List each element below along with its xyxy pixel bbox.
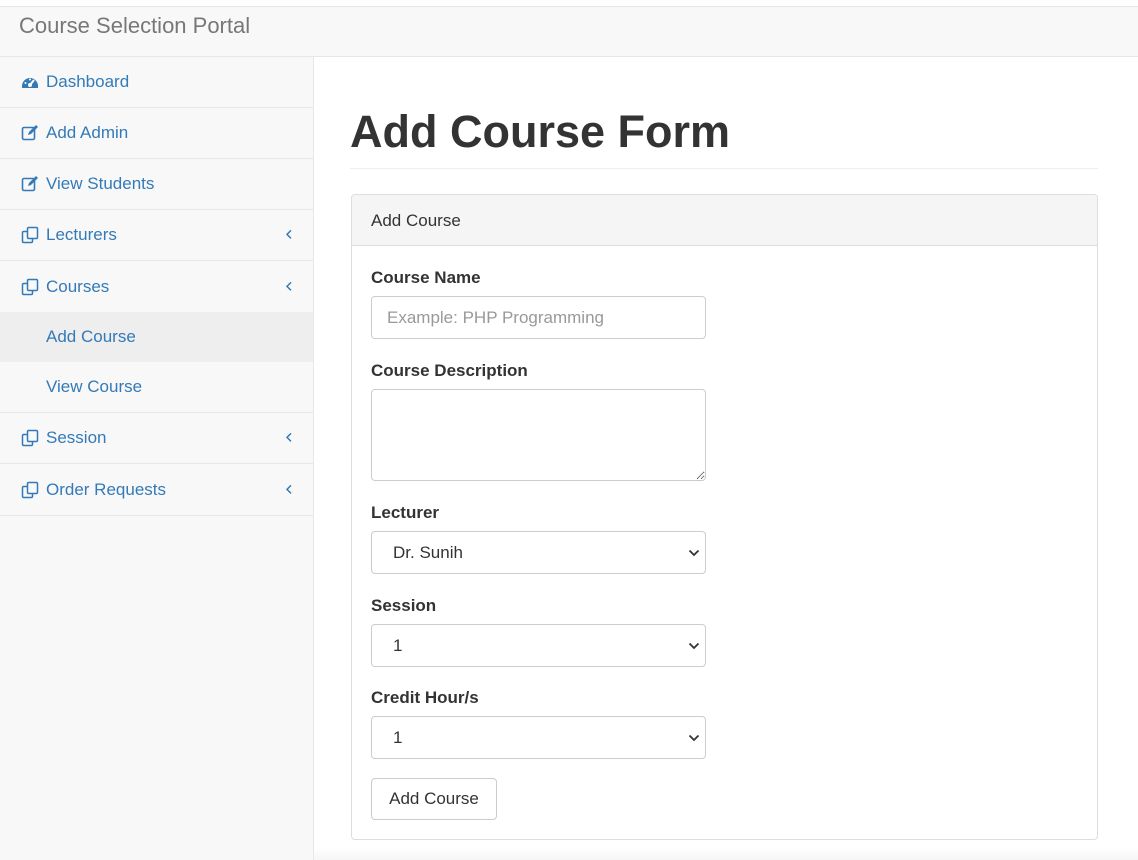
page-title: Add Course Form xyxy=(350,106,731,157)
edit-icon xyxy=(21,176,38,192)
sidebar-item-label: View Students xyxy=(46,174,155,193)
session-selected-value: 1 xyxy=(393,635,403,655)
lecturer-label: Lecturer xyxy=(371,503,440,522)
sidebar-subitem-add-course[interactable]: Add Course xyxy=(0,312,313,362)
sidebar-item-view-students[interactable]: View Students xyxy=(0,159,313,210)
panel-heading-text: Add Course xyxy=(371,211,461,230)
title-divider xyxy=(350,168,1098,169)
course-name-label: Course Name xyxy=(371,268,481,287)
bottom-shadow xyxy=(314,848,1138,860)
sidebar-item-dashboard[interactable]: Dashboard xyxy=(0,57,313,108)
sidebar-subitem-label: Add Course xyxy=(46,327,136,346)
course-name-input[interactable] xyxy=(371,296,706,339)
add-course-button[interactable]: Add Course xyxy=(371,778,497,820)
sidebar-item-label: Session xyxy=(46,428,107,447)
sidebar-item-courses[interactable]: Courses xyxy=(0,261,313,312)
sidebar-item-order-requests[interactable]: Order Requests xyxy=(0,464,313,516)
add-course-button-label: Add Course xyxy=(389,789,479,808)
chevron-left-icon xyxy=(285,229,292,239)
credit-hours-select[interactable]: 1 xyxy=(371,716,706,759)
credit-hours-selected-value: 1 xyxy=(393,727,403,747)
sidebar-subitem-label: View Course xyxy=(46,377,143,396)
brand-title[interactable]: Course Selection Portal xyxy=(19,13,250,39)
sidebar-item-add-admin[interactable]: Add Admin xyxy=(0,108,313,159)
lecturer-select[interactable]: Dr. Sunih xyxy=(371,531,706,574)
chevron-left-icon xyxy=(285,484,292,494)
course-description-label: Course Description xyxy=(371,361,528,380)
chevron-down-icon xyxy=(688,549,700,556)
lecturer-selected-value: Dr. Sunih xyxy=(393,542,463,562)
copy-icon xyxy=(21,226,39,244)
dashboard-icon xyxy=(22,78,38,88)
course-description-textarea[interactable] xyxy=(371,389,706,481)
sidebar-item-lecturers[interactable]: Lecturers xyxy=(0,210,313,261)
sidebar-item-session[interactable]: Session xyxy=(0,413,313,464)
sidebar-item-label: Courses xyxy=(46,276,110,296)
copy-icon xyxy=(21,278,39,295)
session-label: Session xyxy=(371,596,437,615)
sidebar-item-label: Lecturers xyxy=(46,225,117,244)
credit-hours-label: Credit Hour/s xyxy=(371,688,479,707)
edit-icon xyxy=(21,125,38,141)
sidebar-item-label: Add Admin xyxy=(46,123,129,142)
sidebar-item-label: Dashboard xyxy=(46,72,130,91)
panel-heading: Add Course xyxy=(352,195,1097,246)
session-select[interactable]: 1 xyxy=(371,624,706,667)
chevron-down-icon xyxy=(688,642,700,649)
copy-icon xyxy=(21,481,39,498)
copy-icon xyxy=(21,429,39,447)
chevron-down-icon xyxy=(688,734,700,741)
chevron-left-icon xyxy=(285,281,292,291)
sidebar-subitem-view-course[interactable]: View Course xyxy=(0,362,313,413)
sidebar-item-label: Order Requests xyxy=(46,479,166,499)
chevron-left-icon xyxy=(285,432,292,442)
sidebar: Dashboard Add Admin View Students Lectur… xyxy=(0,57,314,860)
top-navbar: Course Selection Portal xyxy=(0,6,1138,57)
